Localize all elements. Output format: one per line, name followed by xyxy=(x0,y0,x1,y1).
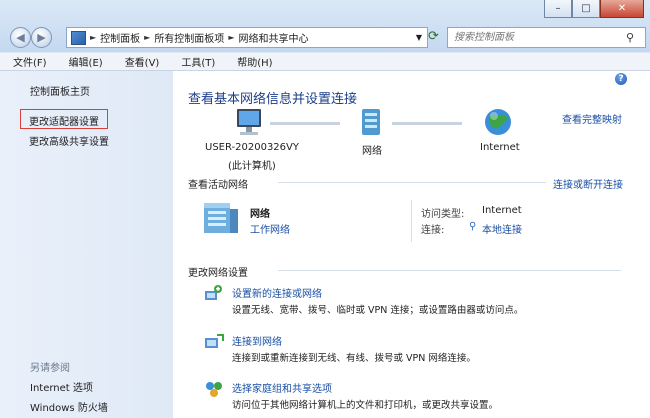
maximize-button[interactable]: □ xyxy=(572,0,600,18)
refresh-icon[interactable]: ⟳ xyxy=(428,29,439,44)
homegroup-icon xyxy=(206,382,222,397)
menu-bar: 文件(F) 编辑(E) 查看(V) 工具(T) 帮助(H) xyxy=(0,53,650,71)
minimize-button[interactable]: – xyxy=(544,0,572,18)
computer-sub: (此计算机) xyxy=(228,161,276,172)
menu-view[interactable]: 查看(V) xyxy=(112,54,169,69)
menu-tools[interactable]: 工具(T) xyxy=(168,54,224,69)
forward-button[interactable]: ▶ xyxy=(31,27,52,48)
help-icon[interactable]: ? xyxy=(615,73,627,85)
globe-icon xyxy=(485,109,511,135)
full-map-link[interactable]: 查看完整映射 xyxy=(562,111,622,126)
network-icon xyxy=(362,109,380,135)
window-buttons: – □ ✕ xyxy=(544,0,644,18)
task-homegroup-link[interactable]: 选择家庭组和共享选项 xyxy=(232,380,332,395)
menu-edit[interactable]: 编辑(E) xyxy=(56,54,112,69)
connect-disconnect-link[interactable]: 连接或断开连接 xyxy=(553,176,623,191)
map-line xyxy=(270,122,340,125)
computer-name: USER-20200326VY xyxy=(205,142,299,153)
connection-label: 连接: xyxy=(421,225,445,236)
address-dropdown-icon[interactable]: ▼ xyxy=(411,33,427,42)
task-connect-link[interactable]: 连接到网络 xyxy=(232,333,282,348)
breadcrumb-arrow-icon[interactable]: ► xyxy=(227,33,235,42)
breadcrumb-control-panel[interactable]: 控制面板 xyxy=(97,30,143,45)
active-network-icon xyxy=(204,203,238,233)
close-button[interactable]: ✕ xyxy=(600,0,644,18)
address-bar[interactable]: ► 控制面板 ► 所有控制面板项 ► 网络和共享中心 ▼ xyxy=(66,27,428,48)
breadcrumb-arrow-icon[interactable]: ► xyxy=(143,33,151,42)
divider xyxy=(278,182,546,183)
search-box[interactable]: ⚲ xyxy=(447,27,646,48)
sidebar-link-adapter[interactable]: 更改适配器设置 xyxy=(29,113,99,128)
local-connection-link[interactable]: 本地连接 xyxy=(482,221,522,236)
task-homegroup-desc: 访问位于其他网络计算机上的文件和打印机，或更改共享设置。 xyxy=(232,400,499,411)
breadcrumb-arrow-icon[interactable]: ► xyxy=(89,33,97,42)
connect-network-icon xyxy=(205,334,224,348)
local-connection-icon: ⚲ xyxy=(469,221,477,232)
access-type-value: Internet xyxy=(482,205,522,216)
sidebar-link-firewall[interactable]: Windows 防火墙 xyxy=(30,399,108,414)
menu-file[interactable]: 文件(F) xyxy=(0,54,56,69)
task-setup-desc: 设置无线、宽带、拨号、临时或 VPN 连接；或设置路由器或访问点。 xyxy=(232,305,524,316)
active-network-name: 网络 xyxy=(250,209,270,220)
active-networks-heading: 查看活动网络 xyxy=(188,180,248,191)
sidebar-link-internet-options[interactable]: Internet 选项 xyxy=(30,379,93,394)
map-line xyxy=(392,122,462,125)
page-title: 查看基本网络信息并设置连接 xyxy=(188,92,358,107)
back-button[interactable]: ◀ xyxy=(10,27,31,48)
network-type-link[interactable]: 工作网络 xyxy=(250,221,290,236)
see-also-heading: 另请参阅 xyxy=(30,363,70,374)
task-connect-desc: 连接到或重新连接到无线、有线、拨号或 VPN 网络连接。 xyxy=(232,353,476,364)
access-type-label: 访问类型: xyxy=(421,209,465,220)
search-icon[interactable]: ⚲ xyxy=(626,31,639,44)
computer-icon xyxy=(237,109,261,135)
breadcrumb-network-center[interactable]: 网络和共享中心 xyxy=(235,30,311,45)
vertical-divider xyxy=(411,200,412,242)
menu-help[interactable]: 帮助(H) xyxy=(224,54,281,69)
new-connection-icon xyxy=(205,285,222,300)
internet-label: Internet xyxy=(480,142,520,153)
sidebar-link-home[interactable]: 控制面板主页 xyxy=(30,83,90,98)
control-panel-icon xyxy=(71,30,86,45)
task-setup-link[interactable]: 设置新的连接或网络 xyxy=(232,285,322,300)
title-bar: – □ ✕ ◀ ▶ ► 控制面板 ► 所有控制面板项 ► 网络和共享中心 ▼ ⟳… xyxy=(0,0,650,52)
breadcrumb-all-items[interactable]: 所有控制面板项 xyxy=(151,30,227,45)
network-label: 网络 xyxy=(362,146,382,157)
sidebar-link-sharing[interactable]: 更改高级共享设置 xyxy=(29,133,109,148)
change-settings-heading: 更改网络设置 xyxy=(188,268,248,279)
search-input[interactable] xyxy=(448,31,626,44)
divider xyxy=(278,270,621,271)
